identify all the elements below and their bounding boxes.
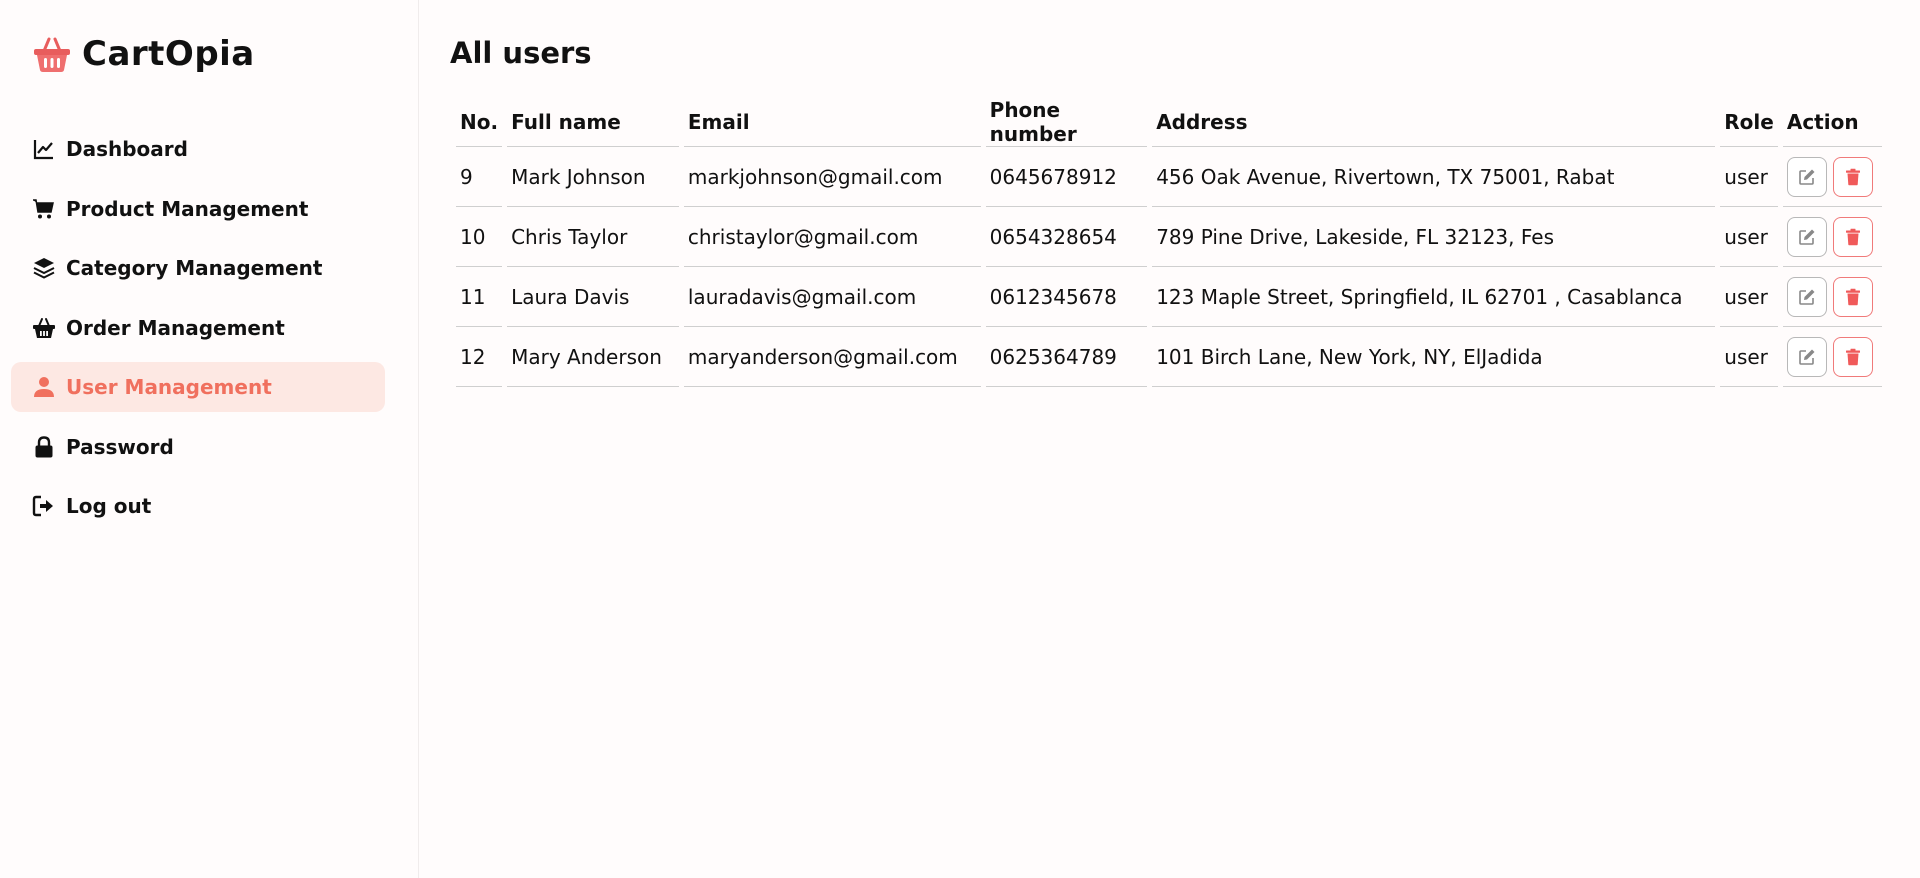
chart-line-icon <box>32 137 56 161</box>
cell-actions <box>1782 147 1882 207</box>
edit-button[interactable] <box>1786 216 1827 257</box>
edit-icon <box>1799 169 1815 185</box>
delete-button[interactable] <box>1832 156 1873 197</box>
cell-address: 101 Birch Lane, New York, NY, ElJadida <box>1152 327 1716 387</box>
delete-button[interactable] <box>1832 336 1873 377</box>
edit-icon <box>1799 349 1815 365</box>
table-row: 11 Laura Davis lauradavis@gmail.com 0612… <box>456 267 1882 327</box>
cell-address: 123 Maple Street, Springfield, IL 62701 … <box>1152 267 1716 327</box>
sidebar-item-label: Password <box>66 434 174 459</box>
cell-phone: 0612345678 <box>985 267 1148 327</box>
cell-email: christaylor@gmail.com <box>683 207 981 267</box>
cell-full-name: Mary Anderson <box>507 327 679 387</box>
lock-icon <box>32 435 56 459</box>
edit-icon <box>1799 229 1815 245</box>
sidebar-item-label: Log out <box>66 494 152 518</box>
cell-full-name: Chris Taylor <box>507 207 679 267</box>
users-table: No. Full name Email Phone number Address… <box>451 98 1887 387</box>
sidebar-item-label: User Management <box>66 375 272 399</box>
delete-button[interactable] <box>1832 276 1873 317</box>
cell-phone: 0645678912 <box>985 147 1148 207</box>
cell-actions <box>1782 327 1882 387</box>
sidebar-item-product-management[interactable]: Product Management <box>11 184 385 234</box>
trash-icon <box>1845 228 1860 245</box>
basket-icon <box>32 34 72 74</box>
sidebar-item-user-management[interactable]: User Management <box>11 362 385 412</box>
sidebar-item-label: Dashboard <box>66 137 188 161</box>
brand[interactable]: CartOpia <box>32 34 255 74</box>
cell-role: user <box>1720 207 1778 267</box>
cell-phone: 0654328654 <box>985 207 1148 267</box>
column-header-action: Action <box>1782 98 1882 147</box>
cell-address: 456 Oak Avenue, Rivertown, TX 75001, Rab… <box>1152 147 1716 207</box>
cell-phone: 0625364789 <box>985 327 1148 387</box>
sidebar-item-label: Order Management <box>66 315 285 340</box>
user-icon <box>32 375 56 399</box>
cell-no: 11 <box>456 267 503 327</box>
column-header-full-name: Full name <box>507 98 679 147</box>
column-header-role: Role <box>1720 98 1778 147</box>
edit-button[interactable] <box>1786 336 1827 377</box>
sidebar-item-category-management[interactable]: Category Management <box>11 243 385 293</box>
table-row: 9 Mark Johnson markjohnson@gmail.com 064… <box>456 147 1882 207</box>
cart-icon <box>32 197 56 221</box>
trash-icon <box>1845 288 1860 305</box>
cell-no: 9 <box>456 147 503 207</box>
delete-button[interactable] <box>1832 216 1873 257</box>
cell-no: 10 <box>456 207 503 267</box>
table-row: 10 Chris Taylor christaylor@gmail.com 06… <box>456 207 1882 267</box>
column-header-email: Email <box>683 98 981 147</box>
basket-icon <box>32 316 56 340</box>
column-header-no: No. <box>456 98 503 147</box>
sidebar: CartOpia Dashboard Product Management Ca… <box>0 0 419 878</box>
cell-email: lauradavis@gmail.com <box>683 267 981 327</box>
cell-role: user <box>1720 327 1778 387</box>
edit-button[interactable] <box>1786 276 1827 317</box>
table-row: 12 Mary Anderson maryanderson@gmail.com … <box>456 327 1882 387</box>
cell-full-name: Laura Davis <box>507 267 679 327</box>
sidebar-item-password[interactable]: Password <box>11 422 385 472</box>
cell-email: maryanderson@gmail.com <box>683 327 981 387</box>
sidebar-item-order-management[interactable]: Order Management <box>11 303 385 353</box>
trash-icon <box>1845 168 1860 185</box>
layers-icon <box>32 256 56 280</box>
cell-actions <box>1782 267 1882 327</box>
main-content: All users No. Full name Email Phone numb… <box>419 0 1920 878</box>
sidebar-nav: Dashboard Product Management Category Ma… <box>11 124 385 541</box>
edit-icon <box>1799 289 1815 305</box>
page-title: All users <box>450 36 592 70</box>
trash-icon <box>1845 348 1860 365</box>
cell-role: user <box>1720 147 1778 207</box>
app: CartOpia Dashboard Product Management Ca… <box>0 0 1920 878</box>
cell-address: 789 Pine Drive, Lakeside, FL 32123, Fes <box>1152 207 1716 267</box>
column-header-phone-number: Phone number <box>985 98 1148 147</box>
logout-icon <box>32 494 56 518</box>
cell-email: markjohnson@gmail.com <box>683 147 981 207</box>
sidebar-item-dashboard[interactable]: Dashboard <box>11 124 385 174</box>
column-header-address: Address <box>1152 98 1716 147</box>
sidebar-item-label: Product Management <box>66 196 309 221</box>
sidebar-item-log-out[interactable]: Log out <box>11 481 385 531</box>
brand-name: CartOpia <box>82 34 255 74</box>
cell-role: user <box>1720 267 1778 327</box>
table-header-row: No. Full name Email Phone number Address… <box>456 98 1882 147</box>
cell-no: 12 <box>456 327 503 387</box>
cell-actions <box>1782 207 1882 267</box>
sidebar-item-label: Category Management <box>66 256 323 280</box>
cell-full-name: Mark Johnson <box>507 147 679 207</box>
edit-button[interactable] <box>1786 156 1827 197</box>
